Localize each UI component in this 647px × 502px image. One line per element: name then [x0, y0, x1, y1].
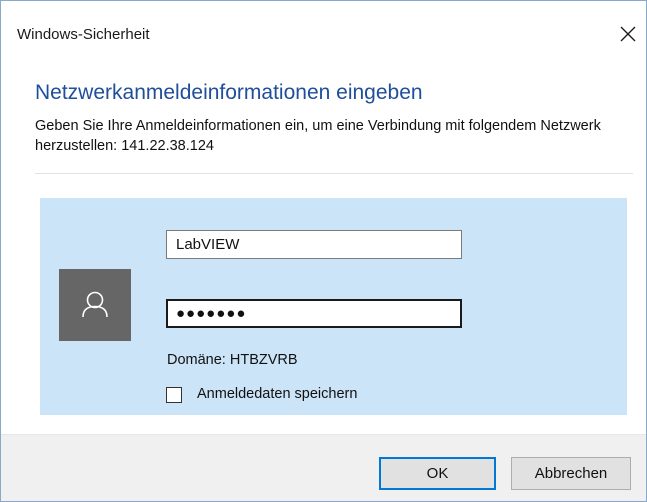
dialog-description: Geben Sie Ihre Anmeldeinformationen ein,… [35, 118, 601, 154]
username-input[interactable] [166, 230, 462, 259]
ok-button[interactable]: OK [379, 457, 496, 490]
domain-label: Domäne: HTBZVRB [167, 352, 298, 368]
avatar [59, 269, 131, 341]
remember-credentials-label[interactable]: Anmeldedaten speichern [197, 386, 357, 402]
user-icon [82, 291, 108, 318]
title-bar: Windows-Sicherheit [1, 1, 646, 65]
window-title: Windows-Sicherheit [17, 26, 150, 43]
cancel-button[interactable]: Abbrechen [511, 457, 631, 490]
close-icon [620, 26, 636, 42]
password-input[interactable] [166, 299, 462, 328]
close-button[interactable] [615, 21, 641, 47]
remember-credentials-checkbox[interactable] [166, 387, 182, 403]
divider [35, 173, 633, 174]
security-dialog: Windows-Sicherheit Netzwerkanmeldeinform… [0, 0, 647, 502]
dialog-heading: Netzwerkanmeldeinformationen eingeben [35, 81, 423, 104]
